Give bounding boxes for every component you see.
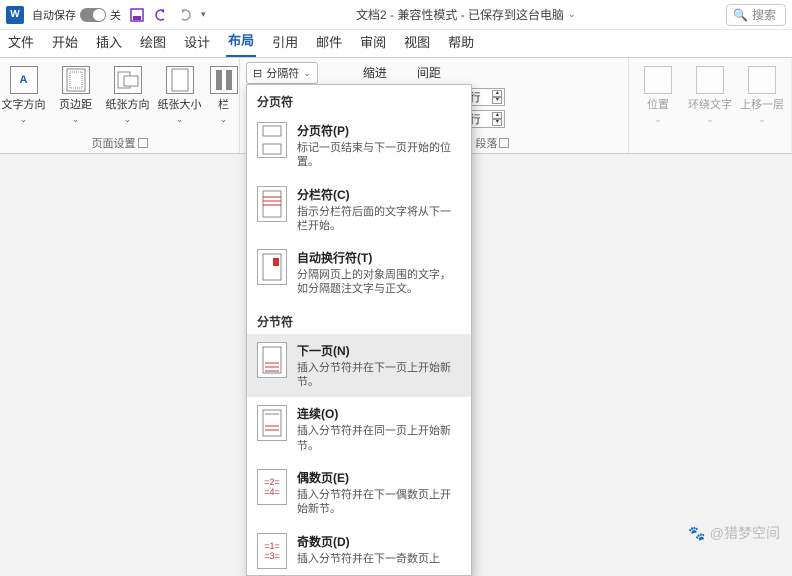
columns-icon [210, 66, 238, 94]
columns-button[interactable]: 栏⌄ [209, 62, 239, 125]
group-arrange: 位置⌄ 环绕文字⌄ 上移一层⌄ [629, 58, 792, 153]
paw-icon: 🐾 [688, 525, 705, 542]
tab-home[interactable]: 开始 [50, 28, 80, 57]
menu-header-page-breaks: 分页符 [247, 85, 471, 114]
breaks-icon: ⊟ [253, 67, 262, 80]
menu-item-page-break[interactable]: 分页符(P)标记一页结束与下一页开始的位置。 [247, 114, 471, 178]
qat-more-icon[interactable]: ▾ [201, 9, 206, 20]
breaks-dropdown[interactable]: ⊟ 分隔符 ⌄ [246, 62, 318, 84]
tab-references[interactable]: 引用 [270, 28, 300, 57]
search-input[interactable]: 🔍 搜索 [726, 4, 786, 26]
app-logo: W [6, 6, 24, 24]
orientation-icon [114, 66, 142, 94]
title-bar: W 自动保存 关 ▾ 文档2 - 兼容性模式 - 已保存到这台电脑 ⌄ 🔍 搜索 [0, 0, 792, 30]
wrap-text-button[interactable]: 环绕文字⌄ [687, 62, 733, 125]
ribbon-tabs: 文件 开始 插入 绘图 设计 布局 引用 邮件 审阅 视图 帮助 [0, 30, 792, 58]
tab-file[interactable]: 文件 [6, 28, 36, 57]
text-direction-icon: A [10, 66, 38, 94]
position-button[interactable]: 位置⌄ [635, 62, 681, 125]
redo-icon[interactable] [177, 7, 193, 23]
next-page-icon [257, 342, 287, 378]
margins-button[interactable]: 页边距⌄ [53, 62, 99, 125]
tab-draw[interactable]: 绘图 [138, 28, 168, 57]
save-icon[interactable] [129, 7, 145, 23]
switch-icon[interactable] [80, 8, 106, 22]
paragraph-label: 段落 [475, 135, 509, 151]
text-wrap-break-icon [257, 249, 287, 285]
position-icon [644, 66, 672, 94]
bring-forward-button[interactable]: 上移一层⌄ [739, 62, 785, 125]
orientation-button[interactable]: 纸张方向⌄ [105, 62, 151, 125]
title-dropdown-icon[interactable]: ⌄ [568, 9, 576, 20]
page-break-icon [257, 122, 287, 158]
menu-item-continuous[interactable]: 连续(O)插入分节符并在同一页上开始新节。 [247, 397, 471, 461]
menu-item-text-wrap-break[interactable]: 自动换行符(T)分隔网页上的对象周围的文字，如分隔题注文字与正文。 [247, 241, 471, 305]
document-title: 文档2 - 兼容性模式 - 已保存到这台电脑 ⌄ [214, 6, 718, 23]
spacing-label: 间距 [417, 64, 441, 81]
chevron-down-icon: ⌄ [303, 68, 311, 79]
menu-item-odd-page[interactable]: =1==3= 奇数页(D)插入分节符并在下一奇数页上 [247, 525, 471, 576]
tab-insert[interactable]: 插入 [94, 28, 124, 57]
column-break-icon [257, 186, 287, 222]
even-page-icon: =2==4= [257, 469, 287, 505]
launcher-icon[interactable] [138, 138, 148, 148]
margins-icon [62, 66, 90, 94]
autosave-toggle[interactable]: 自动保存 关 [32, 7, 121, 23]
menu-item-column-break[interactable]: 分栏符(C)指示分栏符后面的文字将从下一栏开始。 [247, 178, 471, 242]
bring-forward-icon [748, 66, 776, 94]
watermark: 🐾 @猎梦空间 [688, 523, 780, 543]
size-icon [166, 66, 194, 94]
indent-label: 缩进 [363, 64, 387, 81]
tab-layout[interactable]: 布局 [226, 26, 256, 57]
ribbon: A 文字方向⌄ 页边距⌄ 纸张方向⌄ 纸张大小⌄ 栏⌄ 页面设置 [0, 58, 792, 154]
undo-icon[interactable] [153, 7, 169, 23]
continuous-icon [257, 405, 287, 441]
tab-mailings[interactable]: 邮件 [314, 28, 344, 57]
tab-design[interactable]: 设计 [182, 28, 212, 57]
menu-item-next-page[interactable]: 下一页(N)插入分节符并在下一页上开始新节。 [247, 334, 471, 398]
tab-review[interactable]: 审阅 [358, 28, 388, 57]
search-icon: 🔍 [733, 8, 748, 22]
wrap-icon [696, 66, 724, 94]
text-direction-button[interactable]: A 文字方向⌄ [1, 62, 47, 125]
tab-view[interactable]: 视图 [402, 28, 432, 57]
page-setup-label: 页面设置 [92, 135, 148, 151]
menu-item-even-page[interactable]: =2==4= 偶数页(E)插入分节符并在下一偶数页上开始新节。 [247, 461, 471, 525]
menu-header-section-breaks: 分节符 [247, 305, 471, 334]
breaks-menu: 分页符 分页符(P)标记一页结束与下一页开始的位置。 分栏符(C)指示分栏符后面… [246, 84, 472, 576]
launcher-icon[interactable] [499, 138, 509, 148]
autosave-label: 自动保存 [32, 7, 76, 23]
autosave-state: 关 [110, 7, 121, 23]
size-button[interactable]: 纸张大小⌄ [157, 62, 203, 125]
group-page-setup: A 文字方向⌄ 页边距⌄ 纸张方向⌄ 纸张大小⌄ 栏⌄ 页面设置 [0, 58, 240, 153]
group-breaks: ⊟ 分隔符 ⌄ 分页符 分页符(P)标记一页结束与下一页开始的位置。 分栏符(C… [240, 58, 357, 153]
tab-help[interactable]: 帮助 [446, 28, 476, 57]
